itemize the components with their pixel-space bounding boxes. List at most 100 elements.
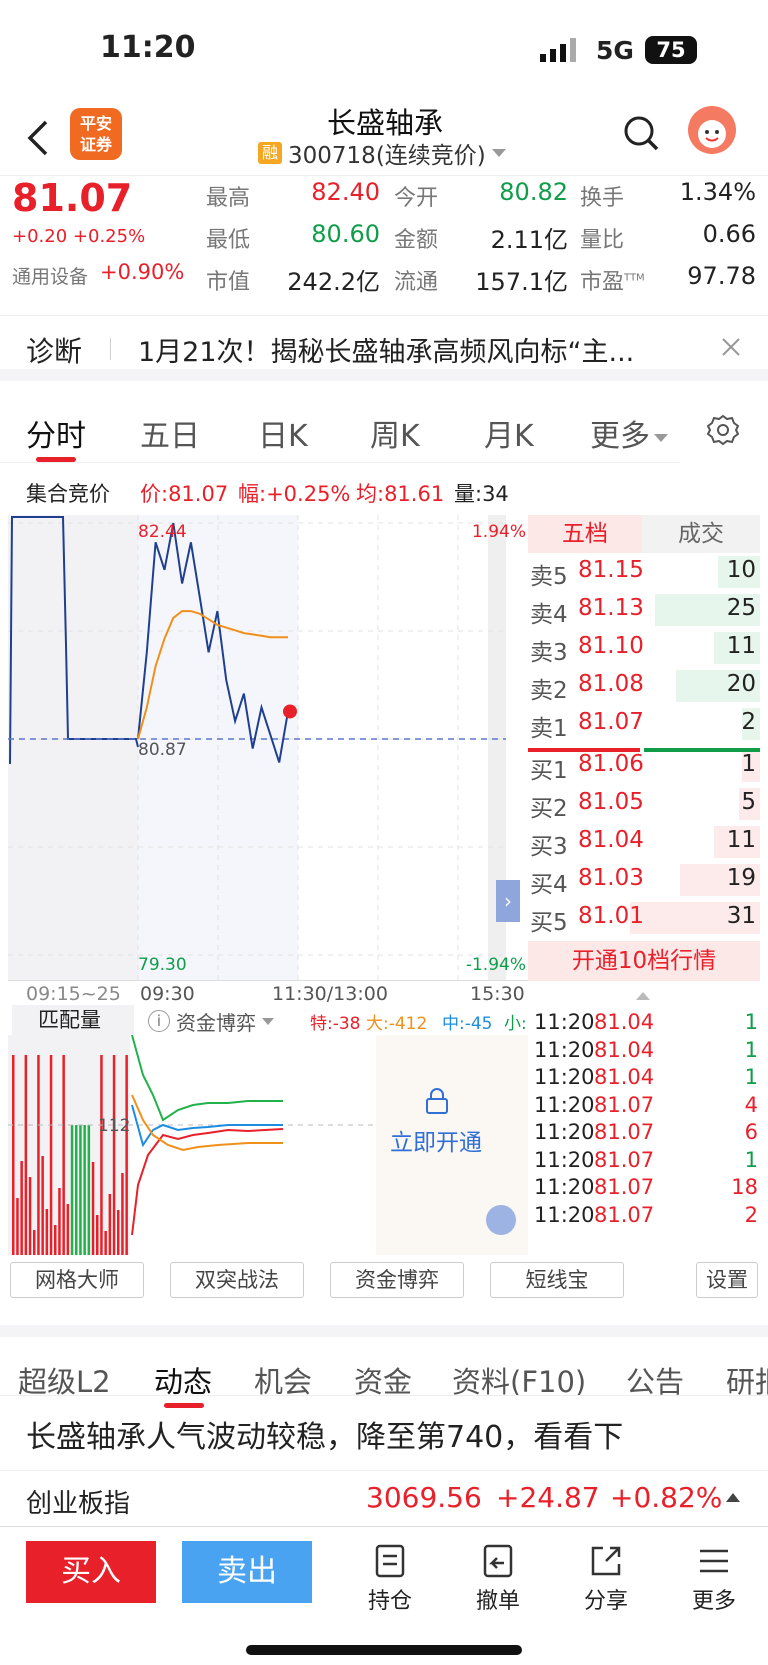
intraday-chart[interactable]: 82.44 80.87 79.30 1.94% -1.94% › <box>8 515 528 980</box>
status-time: 11:20 <box>100 30 196 65</box>
chart-tabs: 分时 五日 日K 周K 月K 更多 <box>0 393 768 463</box>
index-value: 3069.56 <box>366 1481 482 1514</box>
pe-label: 市盈TTM <box>580 270 645 295</box>
volume-bar <box>58 1188 61 1255</box>
chevron-up-icon[interactable] <box>636 992 650 1000</box>
match-volume-label: 匹配量 <box>12 1005 134 1035</box>
bid-row[interactable]: 买3 81.04 11 <box>528 823 760 861</box>
tool-fund-game[interactable]: 资金博弈 <box>330 1262 464 1298</box>
volume-bar <box>79 1125 82 1255</box>
fund-game-selector[interactable]: i 资金博弈 <box>148 1007 274 1035</box>
unlock-button[interactable]: 立即开通 <box>390 1123 482 1157</box>
hold-button[interactable]: 持仓 <box>350 1543 430 1615</box>
amount-label: 金额 <box>394 228 439 253</box>
expand-arrow-icon[interactable]: › <box>496 880 520 922</box>
news-item[interactable]: 长盛轴承人气波动较稳，降至第740，看看下 <box>0 1395 768 1470</box>
tab-trades[interactable]: 成交 <box>642 515 760 553</box>
cancel-order-button[interactable]: 撤单 <box>458 1543 538 1615</box>
tab-weekly-k[interactable]: 周K <box>370 411 420 455</box>
tab-five-level[interactable]: 五档 <box>528 515 642 553</box>
buy-button[interactable]: 买入 <box>26 1541 156 1603</box>
status-bar: 11:20 5G 75 <box>0 0 768 100</box>
close-icon[interactable] <box>720 336 742 358</box>
ask-row[interactable]: 卖4 81.13 25 <box>528 591 760 629</box>
ask-row[interactable]: 卖1 81.07 2 <box>528 705 760 743</box>
tab-intraday[interactable]: 分时 <box>26 411 86 455</box>
stock-code-selector[interactable]: 融 300718(连续竞价) <box>258 138 506 169</box>
stock-header: 平安 证券 长盛轴承 融 300718(连续竞价) <box>0 100 768 175</box>
tab-monthly-k[interactable]: 月K <box>484 411 534 455</box>
tool-settings-button[interactable]: 设置 <box>696 1262 758 1298</box>
level-label: 卖3 <box>530 640 568 666</box>
bid-row[interactable]: 买5 81.01 31 <box>528 899 760 937</box>
ask-row[interactable]: 卖3 81.10 11 <box>528 629 760 667</box>
tool-short-term[interactable]: 短线宝 <box>490 1262 624 1298</box>
time-axis: 09:15~25 09:30 11:30/13:00 15:30 <box>8 980 528 1006</box>
broker-logo: 平安 证券 <box>70 108 122 160</box>
volume-bar <box>24 1055 28 1255</box>
pe-value: 97.78 <box>687 262 756 290</box>
tick-price: 81.04 <box>594 1065 655 1089</box>
back-icon[interactable] <box>24 118 54 158</box>
tick-row: 11:20 81.07 18 <box>534 1175 758 1204</box>
y-low-pct-label: -1.94% <box>466 955 526 975</box>
diagnosis-bar[interactable]: 诊断 1月21次！揭秘长盛轴承高频风向标“主... <box>0 315 768 381</box>
level-label: 卖4 <box>530 602 568 628</box>
flow-mid-label: 112 <box>98 1116 130 1136</box>
special-flow: 特:-38 <box>310 1014 361 1034</box>
section-tabs: 超级L2 动态 机会 资金 资料(F10) 公告 研报 <box>0 1325 768 1408</box>
sell-button[interactable]: 卖出 <box>182 1541 312 1603</box>
y-high-pct-label: 1.94% <box>472 522 526 542</box>
fullscreen-icon[interactable] <box>486 1205 516 1235</box>
bid-row[interactable]: 买2 81.05 5 <box>528 785 760 823</box>
tick-volume: 18 <box>731 1175 758 1199</box>
sector-name[interactable]: 通用设备 <box>12 262 88 289</box>
volume-bar <box>16 1198 19 1255</box>
index-ticker[interactable]: 创业板指 3069.56 +24.87 +0.82% <box>0 1470 768 1526</box>
volume-bar <box>28 1177 32 1255</box>
tick-volume: 1 <box>744 1065 758 1089</box>
tab-five-day[interactable]: 五日 <box>140 411 200 455</box>
mktcap-label: 市值 <box>206 270 251 295</box>
bid-divider <box>644 748 760 752</box>
signal-icon <box>540 38 580 62</box>
caret-down-icon <box>491 149 506 157</box>
chevron-up-icon[interactable] <box>726 1493 740 1502</box>
index-change: +24.87 <box>496 1481 600 1514</box>
tick-price: 81.04 <box>594 1010 655 1034</box>
volume-bar <box>125 1055 128 1255</box>
divider <box>0 462 680 463</box>
document-icon <box>375 1544 405 1578</box>
tick-price: 81.07 <box>594 1147 655 1172</box>
tab-daily-k[interactable]: 日K <box>258 411 308 455</box>
time-label-auction: 09:15~25 <box>26 983 121 1005</box>
ask-row[interactable]: 卖5 81.15 10 <box>528 553 760 591</box>
tab-more[interactable]: 更多 <box>590 411 668 455</box>
ask-row[interactable]: 卖2 81.08 20 <box>528 667 760 705</box>
high-label: 最高 <box>206 186 251 211</box>
volume-bar <box>117 1210 120 1255</box>
lock-icon <box>424 1087 450 1115</box>
settings-icon[interactable] <box>706 413 740 447</box>
share-button[interactable]: 分享 <box>566 1543 646 1615</box>
bid-row[interactable]: 买4 81.03 19 <box>528 861 760 899</box>
level-volume: 19 <box>726 865 756 891</box>
y-low-label: 79.30 <box>138 955 187 975</box>
tool-grid-master[interactable]: 网格大师 <box>10 1262 144 1298</box>
trade-ticks: 11:20 81.04 1 11:20 81.04 1 11:20 81.04 1 11:20 81… <box>528 992 760 1255</box>
tool-double-breakout[interactable]: 双突战法 <box>170 1262 304 1298</box>
upgrade-ten-level-button[interactable]: 开通10档行情 <box>528 941 760 981</box>
volume-bar <box>62 1055 65 1255</box>
diagnosis-text[interactable]: 1月21次！揭秘长盛轴承高频风向标“主... <box>138 330 698 369</box>
tick-row: 11:20 81.04 1 <box>534 1038 758 1067</box>
more-button[interactable]: 更多 <box>674 1543 754 1615</box>
volume-bar <box>104 1231 107 1255</box>
last-price: 81.07 <box>12 176 133 220</box>
tick-price: 81.07 <box>594 1175 655 1199</box>
search-icon[interactable] <box>622 114 662 154</box>
bid-row[interactable]: 买1 81.06 1 <box>528 747 760 785</box>
sector-change: +0.90% <box>100 260 185 284</box>
avatar[interactable] <box>688 106 736 154</box>
tick-row: 11:20 81.04 1 <box>534 1065 758 1094</box>
index-pct: +0.82% <box>610 1481 723 1514</box>
